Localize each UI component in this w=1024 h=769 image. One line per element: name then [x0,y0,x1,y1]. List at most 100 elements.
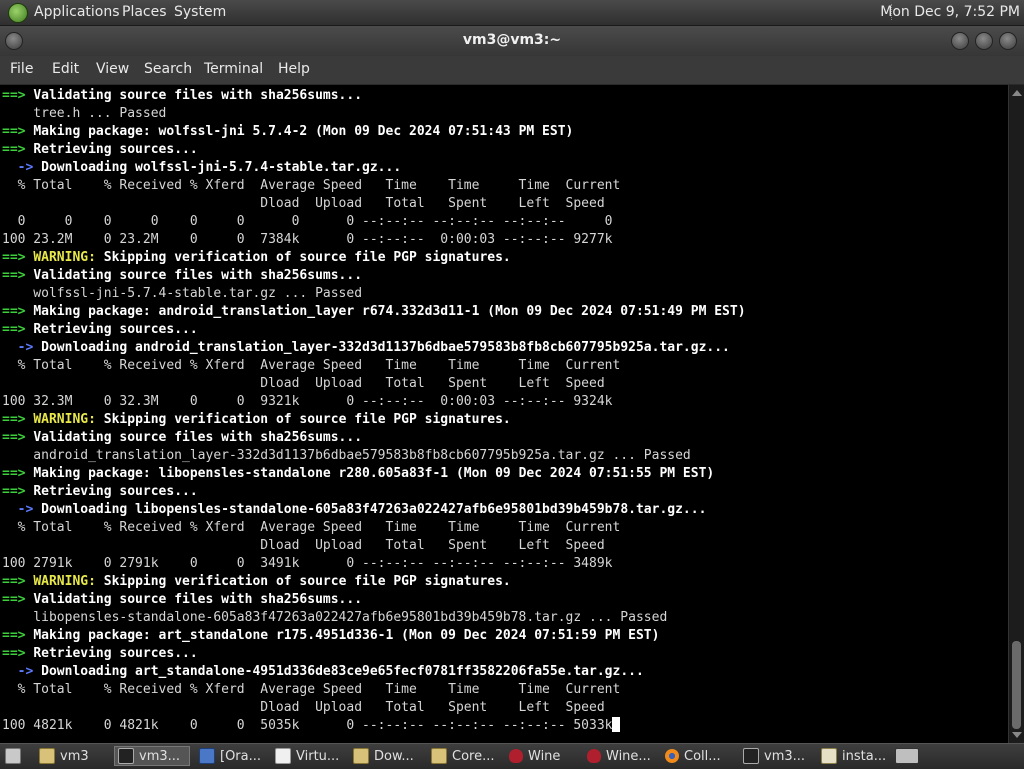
top-panel: Applications Places System Mon Dec 9, 7:… [0,0,1024,26]
scroll-down-arrow-icon[interactable] [1012,732,1022,738]
terminal-text: % Total % Received % Xferd Average Speed… [2,682,621,697]
task-wine[interactable]: Wine [506,746,580,766]
minimize-button[interactable] [951,32,969,50]
task-vm3-terminal-active[interactable]: vm3... [114,746,190,766]
terminal-text: Dload Upload Total Spent Left Speed [2,700,605,715]
menu-help[interactable]: Help [278,61,310,77]
system-menu[interactable]: System [174,4,226,20]
terminal-text: Skipping verification of source file PGP… [95,574,511,589]
terminal-text: Validating source files with sha256sums.… [33,430,363,445]
terminal-text: ==> [2,322,34,337]
terminal-text: WARNING: [33,574,96,589]
terminal-line: ==> Retrieving sources... [2,141,746,159]
terminal-line: ==> Validating source files with sha256s… [2,267,746,285]
terminal-line: Dload Upload Total Spent Left Speed [2,195,746,213]
task-core[interactable]: Core... [428,746,502,766]
terminal-line: % Total % Received % Xferd Average Speed… [2,357,746,375]
terminal-text: ==> [2,88,34,103]
task-vm3-terminal[interactable]: vm3... [740,746,814,766]
terminal-line: 100 32.3M 0 32.3M 0 0 9321k 0 --:--:-- 0… [2,393,746,411]
scroll-up-arrow-icon[interactable] [1012,90,1022,96]
terminal-line: ==> Validating source files with sha256s… [2,87,746,105]
terminal-text: Retrieving sources... [33,646,198,661]
terminal-text: Retrieving sources... [33,322,198,337]
terminal-line: ==> Retrieving sources... [2,321,746,339]
menu-file[interactable]: File [10,61,33,77]
terminal-line: 0 0 0 0 0 0 0 0 --:--:-- --:--:-- --:--:… [2,213,746,231]
terminal-text: % Total % Received % Xferd Average Speed… [2,178,621,193]
terminal-line: libopensles-standalone-605a83f47263a0224… [2,609,746,627]
menu-view[interactable]: View [96,61,129,77]
document-icon [275,748,291,764]
applications-menu[interactable]: Applications [34,4,120,20]
terminal-line: ==> Making package: android_translation_… [2,303,746,321]
task-downloads[interactable]: Dow... [350,746,424,766]
terminal-text: ==> [2,412,34,427]
terminal-line: 100 4821k 0 4821k 0 0 5035k 0 --:--:-- -… [2,717,746,735]
task-label: Wine [528,748,561,764]
maximize-button[interactable] [975,32,993,50]
places-menu[interactable]: Places [122,4,167,20]
menu-edit[interactable]: Edit [52,61,79,77]
wine-icon [509,749,523,763]
terminal-text: ==> [2,484,34,499]
terminal-line: -> Downloading android_translation_layer… [2,339,746,357]
folder-icon [353,748,369,764]
terminal-line: 100 23.2M 0 23.2M 0 0 7384k 0 --:--:-- 0… [2,231,746,249]
workspace-switcher[interactable] [892,746,926,766]
terminal-text: libopensles-standalone-605a83f47263a0224… [2,610,668,625]
task-insta-editor[interactable]: insta... [818,746,892,766]
terminal-line: ==> Making package: wolfssl-jni 5.7.4-2 … [2,123,746,141]
terminal-line: ==> Validating source files with sha256s… [2,591,746,609]
task-label: vm3... [139,748,181,764]
menu-terminal[interactable]: Terminal [204,61,263,77]
task-firefox-coll[interactable]: Coll... [662,746,736,766]
terminal-text: Downloading libopensles-standalone-605a8… [41,502,707,517]
folder-icon [431,748,447,764]
menu-search[interactable]: Search [144,61,192,77]
terminal-line: Dload Upload Total Spent Left Speed [2,699,746,717]
wine-icon [587,749,601,763]
scrollbar-thumb[interactable] [1012,641,1021,729]
terminal-output[interactable]: ==> Validating source files with sha256s… [0,85,1008,743]
terminal-cursor [612,717,621,732]
terminal-scrollbar[interactable] [1008,85,1024,743]
terminal-line: ==> Making package: art_standalone r175.… [2,627,746,645]
terminal-text: Making package: wolfssl-jni 5.7.4-2 (Mon… [33,124,574,139]
task-virtu[interactable]: Virtu... [272,746,346,766]
task-label: Core... [452,748,495,764]
terminal-line: % Total % Received % Xferd Average Speed… [2,177,746,195]
terminal-text: Downloading android_translation_layer-33… [41,340,730,355]
task-wine-2[interactable]: Wine... [584,746,658,766]
show-desktop-icon [5,748,21,764]
terminal-text: WARNING: [33,412,96,427]
terminal-text: WARNING: [33,250,96,265]
terminal-text: ==> [2,466,34,481]
terminal-line: % Total % Received % Xferd Average Speed… [2,519,746,537]
folder-icon [39,748,55,764]
clock[interactable]: Mon Dec 9, 7:52 PM [880,4,1020,20]
terminal-line: Dload Upload Total Spent Left Speed [2,537,746,555]
gnome-foot-icon[interactable] [8,3,28,23]
window-title: vm3@vm3:~ [462,32,562,48]
terminal-text: % Total % Received % Xferd Average Speed… [2,520,621,535]
terminal-text: Making package: libopensles-standalone r… [33,466,715,481]
task-vm3-folder[interactable]: vm3 [36,746,112,766]
window-titlebar[interactable]: vm3@vm3:~ [0,26,1024,56]
terminal-text: Downloading art_standalone-4951d336de83c… [41,664,644,679]
terminal-line: ==> WARNING: Skipping verification of so… [2,573,746,591]
task-label: insta... [842,748,887,764]
show-desktop-button[interactable] [2,746,32,766]
task-label: vm3 [60,748,89,764]
task-oracle-vm[interactable]: [Ora... [196,746,268,766]
terminal-text: Dload Upload Total Spent Left Speed [2,196,605,211]
terminal-text: Skipping verification of source file PGP… [95,250,511,265]
close-button[interactable] [999,32,1017,50]
task-label: Wine... [606,748,651,764]
task-label: Dow... [374,748,414,764]
terminal-lines: ==> Validating source files with sha256s… [2,87,746,735]
terminal-text: ==> [2,250,34,265]
workspace-switcher-icon [895,748,919,764]
terminal-line: wolfssl-jni-5.7.4-stable.tar.gz ... Pass… [2,285,746,303]
terminal-line: 100 2791k 0 2791k 0 0 3491k 0 --:--:-- -… [2,555,746,573]
